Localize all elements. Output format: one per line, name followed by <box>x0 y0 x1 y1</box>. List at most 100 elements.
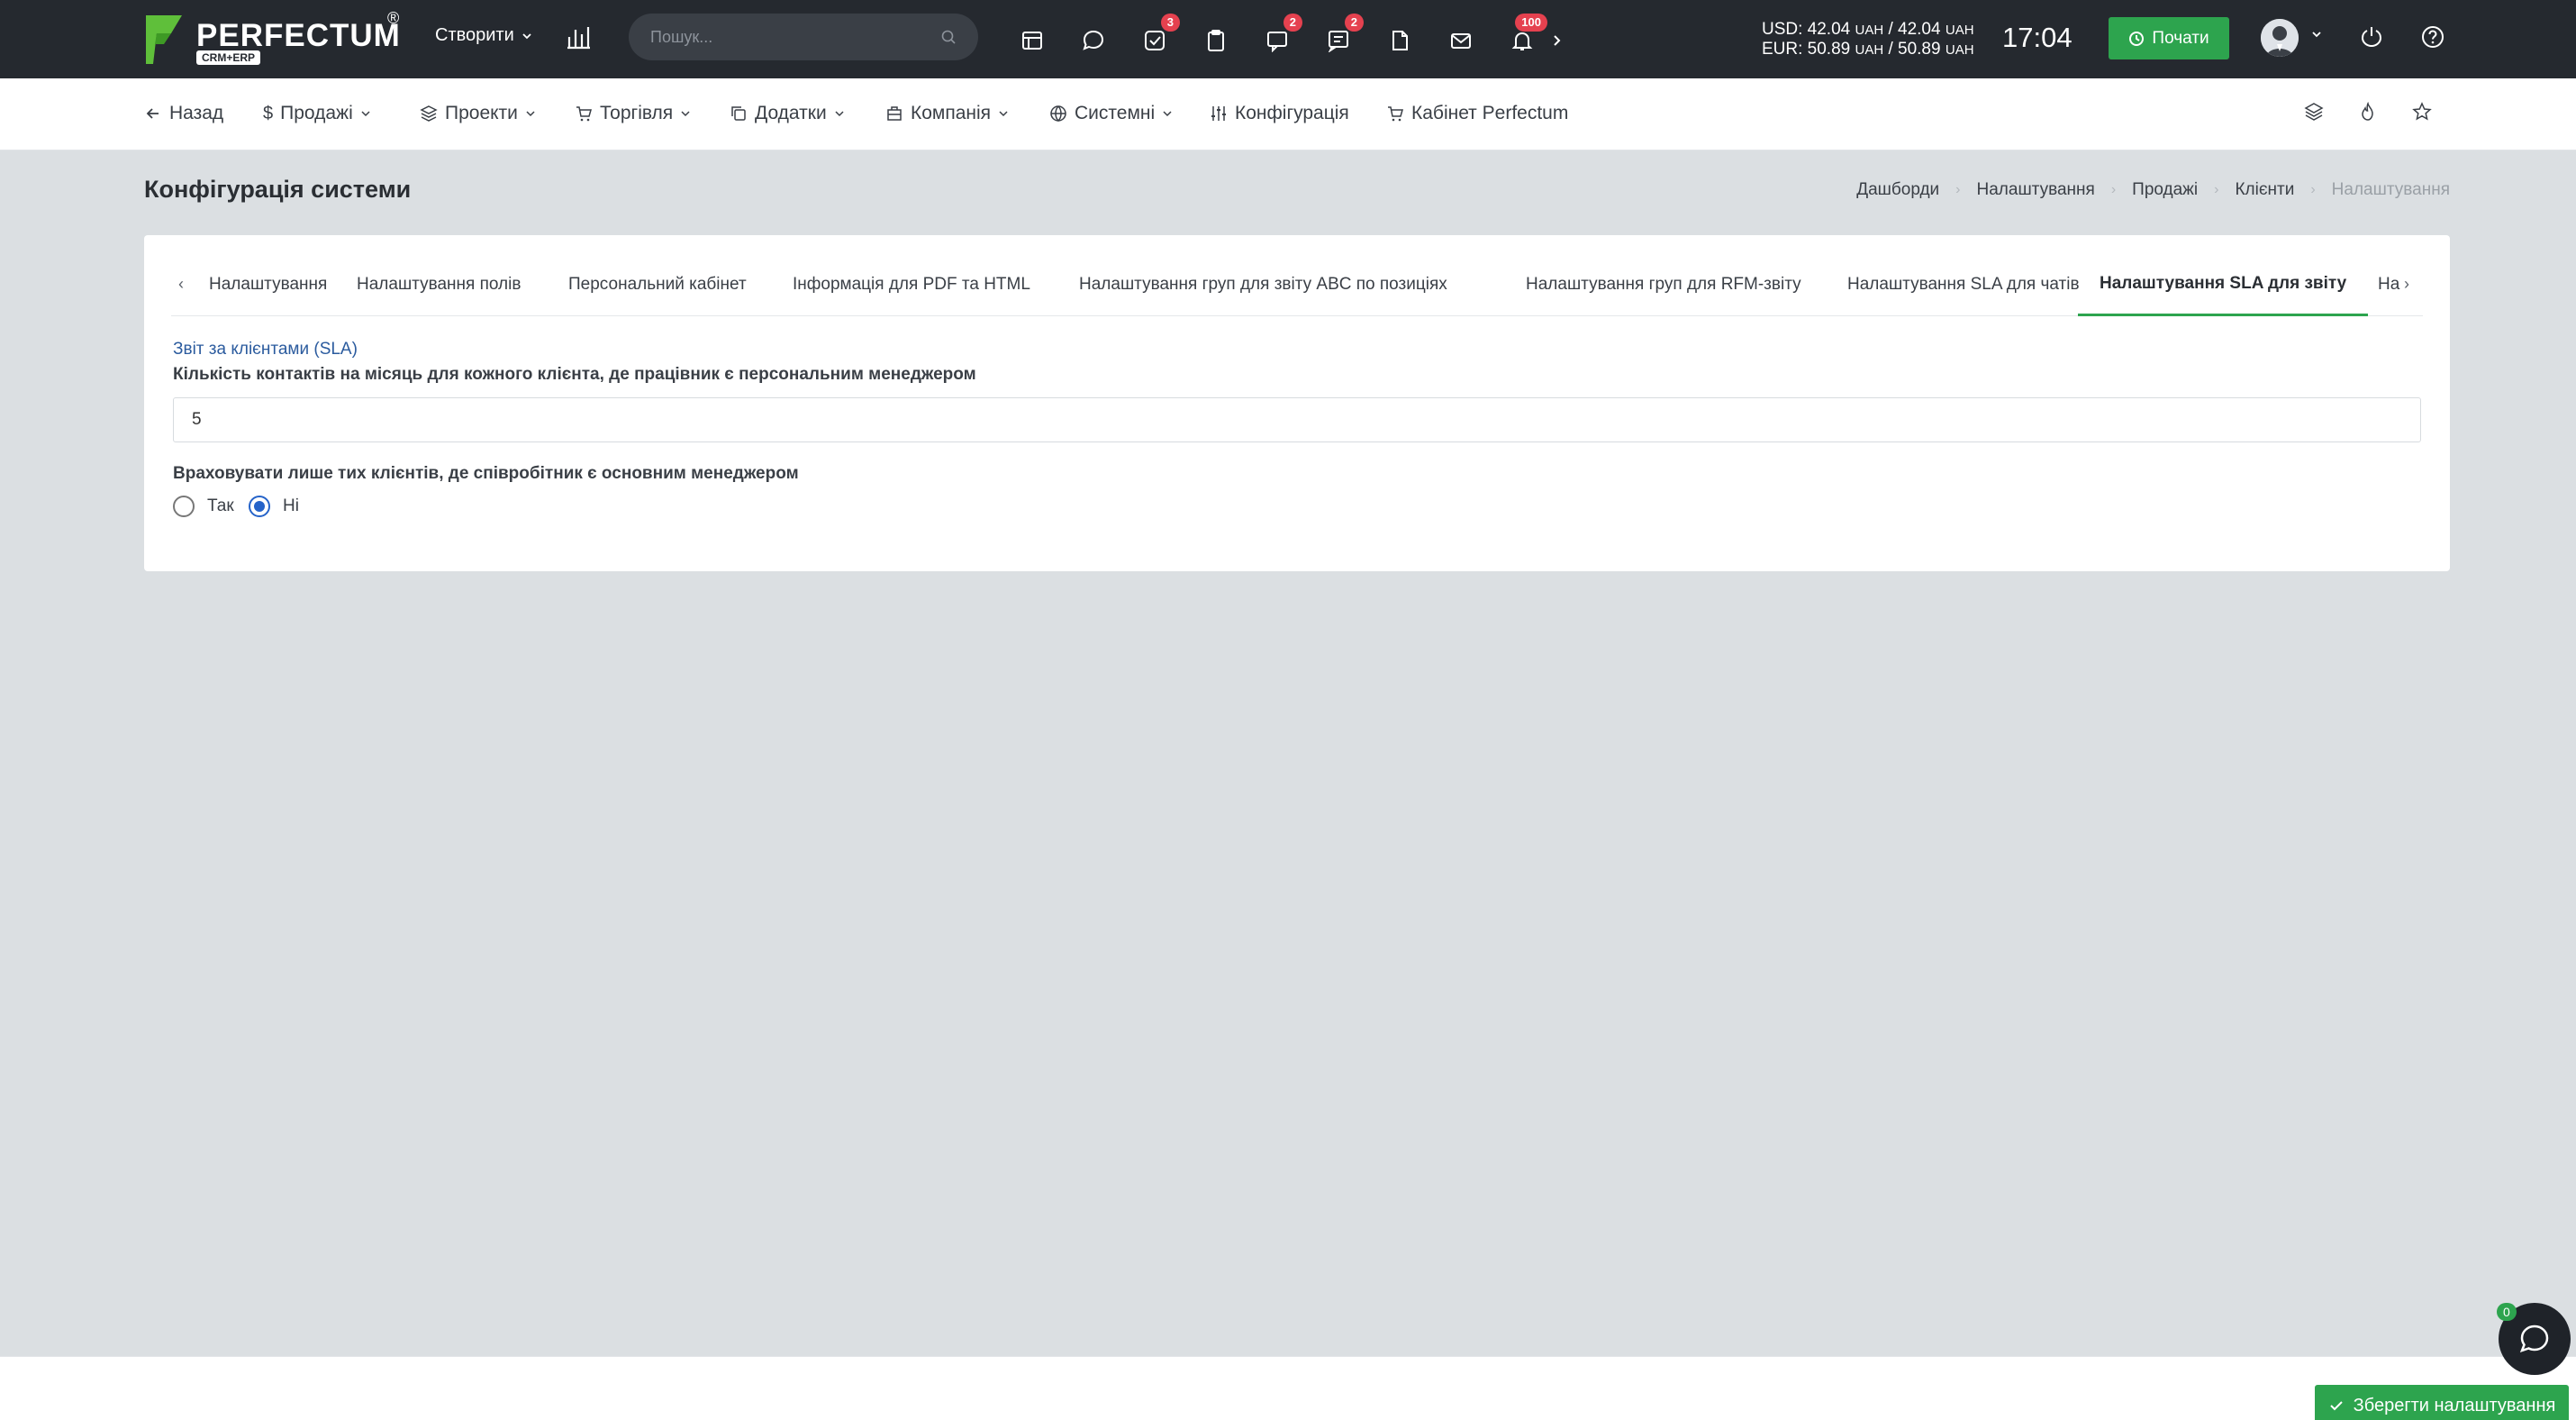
radio-yes[interactable]: Так <box>173 496 234 517</box>
discussions-icon[interactable]: 2 <box>1259 14 1302 59</box>
nav-system[interactable]: Системні <box>1049 103 1173 124</box>
save-settings-button[interactable]: Зберегти налаштування <box>2315 1385 2569 1420</box>
check-icon <box>2329 1401 2343 1411</box>
nav-addons[interactable]: Додатки <box>730 103 845 124</box>
tab-sla-chats[interactable]: Налаштування SLA для чатів <box>1826 253 2101 316</box>
chat-icon[interactable] <box>1075 23 1111 59</box>
messages-icon[interactable]: 2 <box>1320 14 1364 59</box>
tab-personal-cabinet[interactable]: Персональний кабінет <box>547 253 768 316</box>
logo[interactable]: PERFECTUM CRM+ERP ® <box>144 9 400 67</box>
nav-system-label: Системні <box>1075 103 1156 123</box>
search-bar[interactable] <box>629 14 978 60</box>
nav-company[interactable]: Компанія <box>885 103 1009 124</box>
breadcrumb-separator: › <box>2310 182 2316 197</box>
nav-config-label: Конфігурація <box>1235 103 1349 123</box>
star-icon[interactable] <box>2412 102 2432 122</box>
usd-rate: USD: 42.04 <box>1762 20 1851 39</box>
tab-fields[interactable]: Налаштування полів <box>335 253 542 316</box>
currency-rates: USD: 42.04 UAH / 42.04 UAH EUR: 50.89 UA… <box>1762 20 1974 59</box>
calendar-icon[interactable] <box>1014 23 1050 59</box>
document-icon[interactable] <box>1382 23 1418 59</box>
nav-config[interactable]: Конфігурація <box>1210 103 1349 124</box>
main-manager-only-label: Враховувати лише тих клієнтів, де співро… <box>173 464 799 483</box>
nav-trade[interactable]: Торгівля <box>575 103 691 124</box>
power-icon[interactable] <box>2359 24 2384 50</box>
clock: 17:04 <box>2002 22 2073 53</box>
nav-back[interactable]: Назад <box>144 103 223 124</box>
avatar[interactable] <box>2261 19 2299 57</box>
search-icon[interactable] <box>940 29 957 45</box>
nav-trade-label: Торгівля <box>600 103 674 123</box>
sliders-icon <box>1211 106 1226 121</box>
eur-unit-2: UAH <box>1945 42 1974 58</box>
contacts-per-month-label: Кількість контактів на місяць для кожног… <box>173 365 976 384</box>
dollar-icon: $ <box>263 103 274 123</box>
nav-projects[interactable]: Проекти <box>420 103 536 124</box>
chevron-right-icon[interactable] <box>1538 23 1574 59</box>
top-bar: PERFECTUM CRM+ERP ® Створити 3 2 2 <box>0 0 2576 78</box>
tabs-scroll-left-icon[interactable]: ‹ <box>178 275 184 294</box>
breadcrumb-separator: › <box>2110 182 2117 197</box>
radio-yes-circle[interactable] <box>173 496 195 517</box>
cart-icon <box>576 106 592 122</box>
contacts-per-month-input[interactable] <box>173 397 2421 442</box>
nav-sales-label: Продажі <box>280 103 353 123</box>
chats-badge: 2 <box>1283 14 1302 32</box>
radio-no-circle[interactable] <box>249 496 270 517</box>
breadcrumb-item[interactable]: Продажі <box>2132 180 2198 200</box>
tab-overflow[interactable]: На <box>2356 253 2405 316</box>
tasks-icon[interactable]: 3 <box>1137 14 1180 59</box>
radio-yes-label: Так <box>207 496 234 515</box>
messages-badge: 2 <box>1344 14 1364 32</box>
tab-abc-groups[interactable]: Налаштування груп для звіту ABC по позиц… <box>1057 253 1469 316</box>
breadcrumb-separator: › <box>2214 182 2219 197</box>
eur-rate-2: / 50.89 <box>1883 40 1941 59</box>
start-timer-button[interactable]: Почати <box>2109 17 2229 59</box>
section-label: Звіт за клієнтами (SLA) <box>173 340 358 359</box>
usd-unit: UAH <box>1855 23 1884 38</box>
fire-icon[interactable] <box>2358 102 2378 122</box>
mail-icon[interactable] <box>1443 23 1479 59</box>
main-nav: Назад $ Продажі Проекти Торгівля Додатки… <box>0 78 2576 150</box>
breadcrumb-item[interactable]: Клієнти <box>2235 180 2294 200</box>
chat-icon <box>2519 1324 2549 1353</box>
start-label: Почати <box>2152 28 2209 48</box>
breadcrumb-item[interactable]: Дашборди <box>1856 180 1939 200</box>
tabs-scroll-right-icon[interactable]: › <box>2404 275 2409 294</box>
bell-icon[interactable]: 100 <box>1504 14 1547 59</box>
eur-rate: EUR: 50.89 <box>1762 40 1851 59</box>
nav-cabinet-label: Кабінет Perfectum <box>1411 103 1569 123</box>
nav-sales[interactable]: $ Продажі <box>263 103 371 124</box>
breadcrumb: Дашборди › Налаштування › Продажі › Кліє… <box>1856 180 2450 200</box>
tab-sla-report[interactable]: Налаштування SLA для звіту <box>2078 253 2369 316</box>
tab-rfm-groups[interactable]: Налаштування груп для RFM-звіту <box>1504 253 1823 316</box>
tab-settings[interactable]: Налаштування <box>187 253 349 316</box>
arrow-left-icon <box>146 108 159 119</box>
logo-mark-icon <box>146 15 182 64</box>
create-menu[interactable]: Створити <box>435 25 532 46</box>
breadcrumb-current: Налаштування <box>2331 180 2450 199</box>
search-input[interactable] <box>650 27 921 47</box>
registered-mark: ® <box>387 9 400 27</box>
chevron-down-icon[interactable] <box>2311 29 2322 40</box>
layers-icon <box>420 105 438 122</box>
nav-company-label: Компанія <box>911 103 992 123</box>
chevron-down-icon <box>835 111 844 117</box>
chevron-down-icon <box>1163 111 1172 117</box>
reports-chart-icon[interactable] <box>566 24 591 50</box>
copy-icon <box>731 106 746 121</box>
usd-unit-2: UAH <box>1945 23 1974 38</box>
create-label: Створити <box>435 25 514 45</box>
radio-no[interactable]: Ні <box>249 496 299 517</box>
help-icon[interactable] <box>2420 24 2445 50</box>
save-settings-label: Зберегти налаштування <box>2353 1395 2556 1415</box>
nav-cabinet[interactable]: Кабінет Perfectum <box>1386 103 1568 124</box>
layers-icon[interactable] <box>2304 102 2324 122</box>
tab-pdf-html[interactable]: Інформація для PDF та HTML <box>771 253 1052 316</box>
clock-icon <box>2129 31 2145 46</box>
clipboard-icon[interactable] <box>1198 23 1234 59</box>
radio-no-label: Ні <box>283 496 299 515</box>
nav-back-label: Назад <box>169 103 224 123</box>
breadcrumb-item[interactable]: Налаштування <box>1977 180 2095 200</box>
chevron-down-icon <box>522 32 531 39</box>
